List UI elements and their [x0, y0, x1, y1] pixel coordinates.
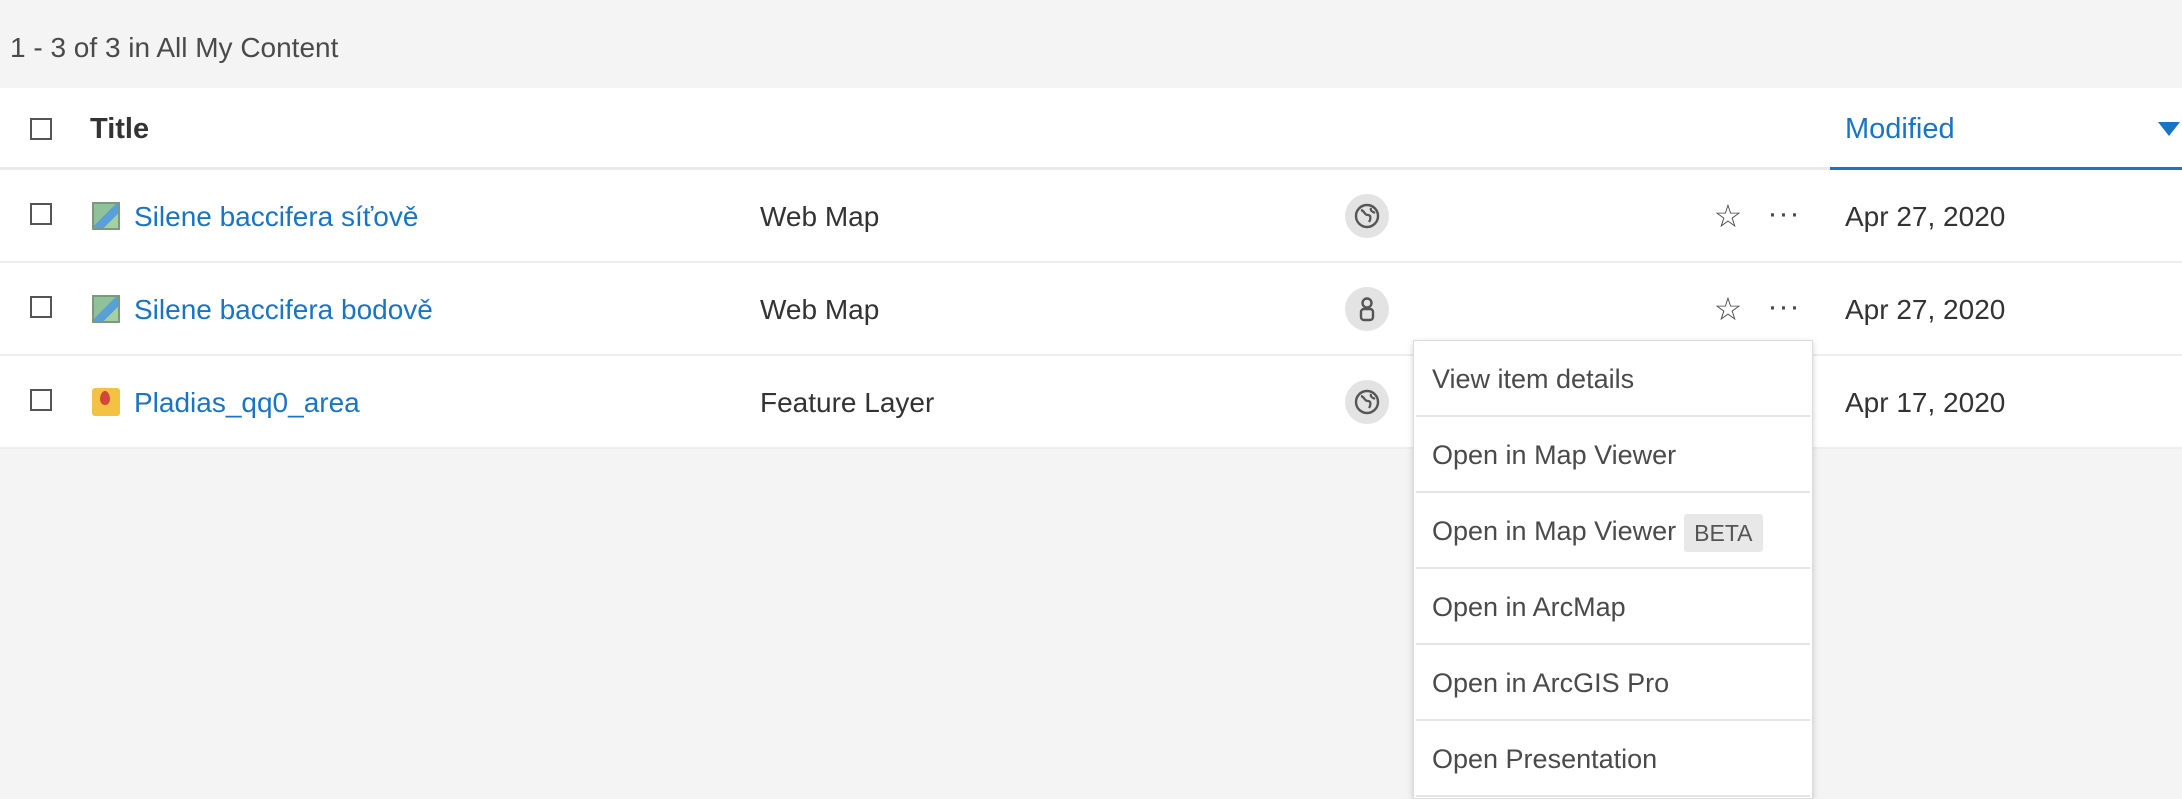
- item-modified-date: Apr 27, 2020: [1845, 201, 2006, 232]
- item-modified-date: Apr 17, 2020: [1845, 387, 2006, 418]
- table-row: Pladias_qq0_area Feature Layer Apr 17, 2…: [0, 356, 2182, 449]
- item-type: Web Map: [760, 201, 880, 232]
- menu-item-open-in-arcmap[interactable]: Open in ArcMap: [1416, 569, 1810, 645]
- menu-item-open-in-arcgis-pro[interactable]: Open in ArcGIS Pro: [1416, 645, 1810, 721]
- row-checkbox[interactable]: [30, 296, 52, 318]
- item-title-link[interactable]: Pladias_qq0_area: [134, 356, 360, 449]
- menu-item-label: Open in Map Viewer: [1432, 516, 1677, 546]
- globe-icon: [1345, 194, 1389, 238]
- favorite-star-icon[interactable]: ☆: [1708, 285, 1748, 333]
- column-header-modified-label: Modified: [1845, 113, 1955, 145]
- item-context-menu: View item details Open in Map Viewer Ope…: [1413, 340, 1813, 799]
- select-all-checkbox[interactable]: [30, 118, 52, 140]
- menu-item-open-presentation[interactable]: Open Presentation: [1416, 721, 1810, 797]
- person-icon: [1345, 287, 1389, 331]
- globe-icon: [1345, 380, 1389, 424]
- menu-item-label: Open in Map Viewer: [1432, 440, 1677, 470]
- menu-item-open-in-map-viewer[interactable]: Open in Map Viewer: [1416, 417, 1810, 493]
- menu-item-label: Open in ArcGIS Pro: [1432, 668, 1670, 698]
- column-header-modified[interactable]: Modified: [1830, 88, 2182, 170]
- feature-layer-icon: [92, 388, 120, 416]
- content-table: Title Modified Silene baccifera síťově W…: [0, 88, 2182, 449]
- item-type: Web Map: [760, 294, 880, 325]
- table-header: Title Modified: [0, 88, 2182, 170]
- table-row: Silene baccifera síťově Web Map ☆ ··· Ap…: [0, 170, 2182, 263]
- menu-item-view-item-details[interactable]: View item details: [1416, 341, 1810, 417]
- beta-badge: BETA: [1684, 513, 1763, 552]
- menu-item-open-in-map-viewer-beta[interactable]: Open in Map Viewer BETA: [1416, 493, 1810, 569]
- menu-item-label: Open in ArcMap: [1432, 592, 1626, 622]
- content-page: 1 - 3 of 3 in All My Content Title Modif…: [0, 0, 2182, 799]
- result-count: 1 - 3 of 3 in All My Content: [10, 32, 339, 63]
- web-map-icon: [92, 295, 120, 323]
- table-row: Silene baccifera bodově Web Map ☆ ··· Ap…: [0, 263, 2182, 356]
- item-title-link[interactable]: Silene baccifera bodově: [134, 263, 433, 356]
- item-title-link[interactable]: Silene baccifera síťově: [134, 170, 418, 263]
- more-options-icon[interactable]: ···: [1762, 285, 1806, 333]
- row-checkbox[interactable]: [30, 389, 52, 411]
- web-map-icon: [92, 202, 120, 230]
- menu-item-label: Open Presentation: [1432, 744, 1658, 774]
- sort-descending-icon: [2158, 122, 2180, 136]
- column-header-title[interactable]: Title: [90, 88, 149, 170]
- more-options-icon[interactable]: ···: [1762, 192, 1806, 240]
- item-modified-date: Apr 27, 2020: [1845, 294, 2006, 325]
- menu-item-label: View item details: [1432, 364, 1635, 394]
- favorite-star-icon[interactable]: ☆: [1708, 192, 1748, 240]
- row-checkbox[interactable]: [30, 203, 52, 225]
- item-type: Feature Layer: [760, 387, 935, 418]
